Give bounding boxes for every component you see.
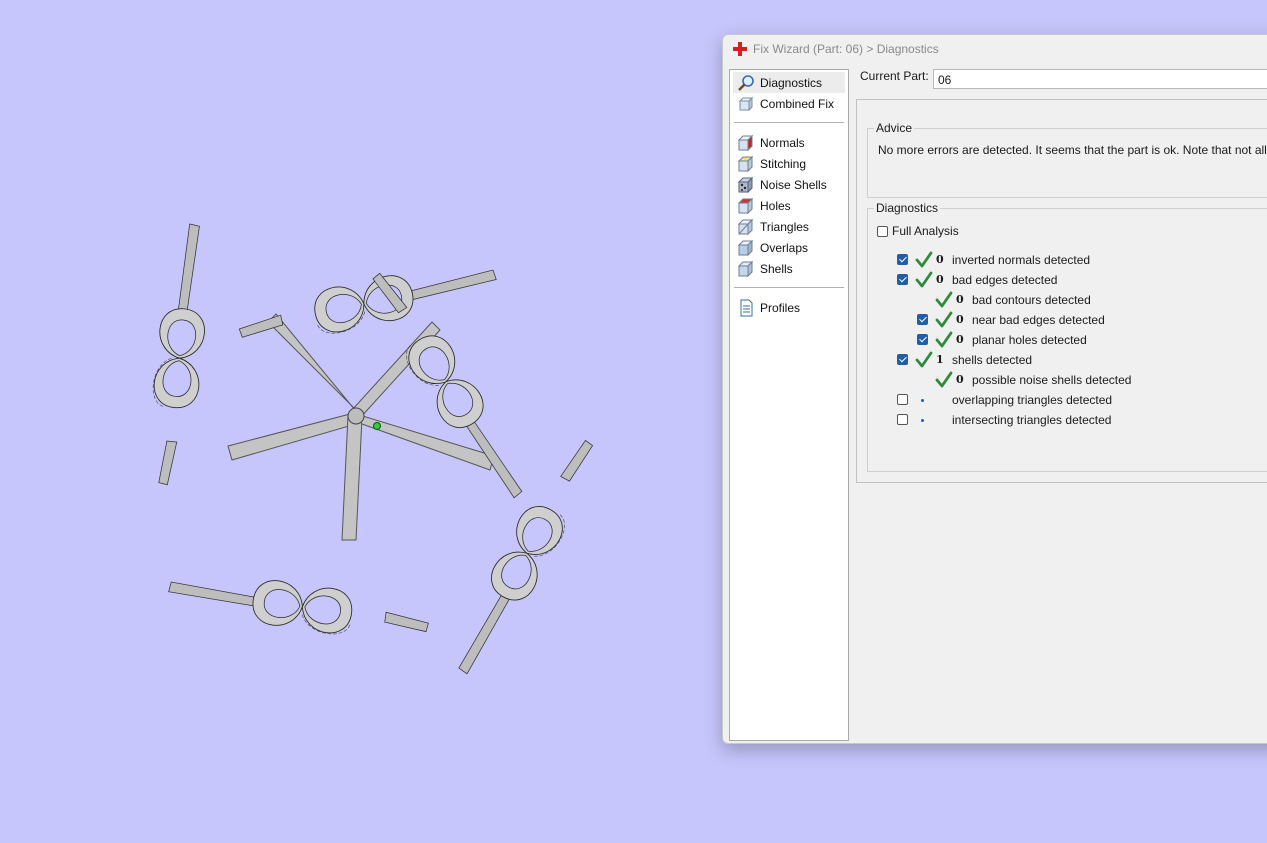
diagnostic-count: 0 [956, 333, 964, 346]
nav-item-label: Triangles [760, 219, 809, 234]
diagnostic-label: shells detected [952, 353, 1033, 367]
green-check-icon [935, 371, 953, 388]
title-bar: Fix Wizard (Part: 06) > Diagnostics [723, 35, 1267, 63]
diagnostic-checkbox[interactable] [897, 394, 908, 405]
nav-item-label: Shells [760, 261, 793, 276]
diagnostic-row: 0 inverted normals detected [897, 251, 1257, 269]
nav-item-label: Noise Shells [760, 177, 827, 192]
pending-dot-icon [921, 399, 924, 402]
diagnostic-row: overlapping triangles detected [897, 391, 1257, 409]
diagnostic-count: 0 [936, 253, 944, 266]
diagnostic-count: 0 [956, 313, 964, 326]
diagnostic-row: 0 near bad edges detected [917, 311, 1267, 329]
nav-item-shells[interactable]: Shells [733, 258, 845, 279]
diagnostic-row: 0 planar holes detected [917, 331, 1267, 349]
nav-item-label: Normals [760, 135, 805, 150]
diagnostic-label: intersecting triangles detected [952, 413, 1112, 427]
diagnostics-panel: Advice No more errors are detected. It s… [856, 99, 1267, 483]
nav-item-combined-fix[interactable]: Combined Fix [733, 93, 845, 114]
nav-item-label: Diagnostics [760, 75, 823, 90]
green-check-icon [915, 271, 933, 288]
diagnostic-row: 0 bad edges detected [897, 271, 1257, 289]
diagnostic-row: intersecting triangles detected [897, 411, 1257, 429]
green-check-icon [935, 311, 953, 328]
nav-item-label: Stitching [760, 156, 807, 171]
shells-icon [737, 260, 754, 277]
advice-text: No more errors are detected. It seems th… [878, 143, 1267, 157]
diagnostic-checkbox[interactable] [897, 354, 908, 365]
nav-separator [734, 287, 844, 288]
normals-icon [737, 134, 754, 151]
green-check-icon [935, 291, 953, 308]
diagnostic-label: bad contours detected [972, 293, 1091, 307]
diagnostic-row: 0 bad contours detected [917, 291, 1267, 309]
diagnostic-label: near bad edges detected [972, 313, 1105, 327]
3d-viewport[interactable] [0, 0, 720, 843]
nav-separator [734, 122, 844, 123]
part-model [142, 221, 608, 684]
diagnostic-count: 1 [936, 353, 944, 366]
diagnostic-checkbox[interactable] [897, 274, 908, 285]
fix-wizard-nav: Diagnostics Combined Fix Normals Stitchi… [729, 69, 849, 741]
overlaps-icon [737, 239, 754, 256]
diagnostic-label: planar holes detected [972, 333, 1087, 347]
nav-item-noise-shells[interactable]: Noise Shells [733, 174, 845, 195]
pending-dot-icon [921, 419, 924, 422]
combined-fix-icon [738, 96, 754, 111]
fix-wizard-window: Fix Wizard (Part: 06) > Diagnostics Diag… [722, 34, 1267, 744]
green-check-icon [915, 251, 933, 268]
diagnostic-checkbox[interactable] [917, 334, 928, 345]
nav-item-overlaps[interactable]: Overlaps [733, 237, 845, 258]
diagnostics-legend: Diagnostics [874, 201, 941, 215]
diagnostics-group: Diagnostics Full Analysis 0 inverted norm… [867, 201, 1267, 472]
diagnostic-checkbox[interactable] [917, 314, 928, 325]
window-title: Fix Wizard (Part: 06) > Diagnostics [753, 42, 939, 56]
nav-item-label: Profiles [760, 300, 801, 315]
green-check-icon [935, 331, 953, 348]
magnifier-icon [738, 74, 754, 91]
advice-group: Advice No more errors are detected. It s… [867, 121, 1267, 198]
diagnostic-checkbox[interactable] [897, 254, 908, 265]
advice-legend: Advice [874, 121, 915, 135]
diagnostic-count: 0 [956, 373, 964, 386]
nav-item-diagnostics[interactable]: Diagnostics [733, 72, 845, 93]
full-analysis-label: Full Analysis [892, 224, 959, 238]
nav-item-label: Combined Fix [760, 96, 835, 111]
diagnostic-row: 0 possible noise shells detected [917, 371, 1267, 389]
nav-item-triangles[interactable]: Triangles [733, 216, 845, 237]
green-check-icon [915, 351, 933, 368]
diagnostic-checkbox[interactable] [897, 414, 908, 425]
current-part-field[interactable]: 06 [933, 69, 1267, 89]
nav-item-holes[interactable]: Holes [733, 195, 845, 216]
current-part-label: Current Part: [860, 69, 929, 83]
diagnostic-label: possible noise shells detected [972, 373, 1132, 387]
full-analysis-option[interactable]: Full Analysis [877, 224, 959, 238]
diagnostic-count: 0 [956, 293, 964, 306]
diagnostic-count: 0 [936, 273, 944, 286]
document-icon [740, 299, 753, 316]
nav-item-profiles[interactable]: Profiles [733, 297, 845, 318]
red-cross-icon [733, 42, 747, 56]
nav-item-stitching[interactable]: Stitching [733, 153, 845, 174]
diagnostic-label: overlapping triangles detected [952, 393, 1113, 407]
nav-item-label: Overlaps [760, 240, 809, 255]
noise-shells-icon [737, 176, 754, 193]
full-analysis-checkbox[interactable] [877, 225, 888, 237]
diagnostic-row: 1 shells detected [897, 351, 1257, 369]
diagnostic-label: bad edges detected [952, 273, 1058, 287]
nav-item-label: Holes [760, 198, 791, 213]
nav-item-normals[interactable]: Normals [733, 132, 845, 153]
stitching-icon [737, 155, 754, 172]
diagnostic-label: inverted normals detected [952, 253, 1091, 267]
triangles-icon [737, 218, 754, 235]
holes-icon [737, 197, 754, 214]
